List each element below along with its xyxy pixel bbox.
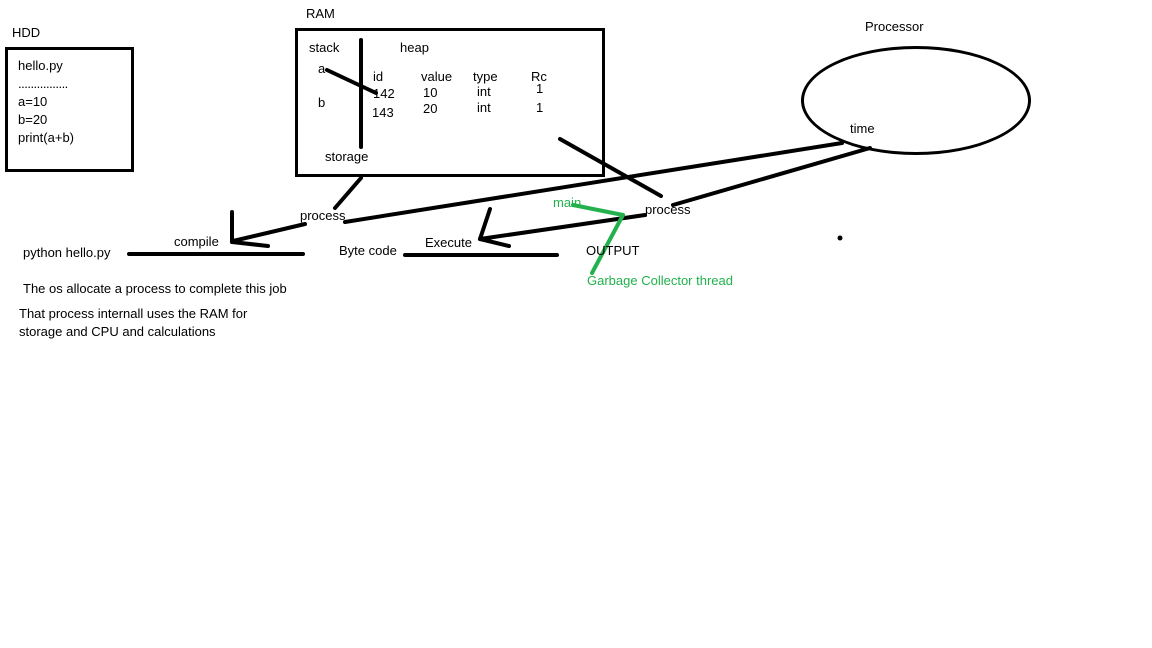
note-line-3: storage and CPU and calculations (19, 324, 216, 339)
note-line-1: The os allocate a process to complete th… (23, 281, 287, 296)
ram-to-process-line (333, 176, 363, 210)
command-label: python hello.py (23, 245, 111, 260)
heap-row1-rc: 1 (536, 81, 544, 96)
stray-dot (837, 235, 843, 241)
execute-label: Execute (425, 235, 472, 250)
hdd-line-a: a=10 (18, 94, 48, 109)
heap-row1-id: 142 (373, 86, 395, 101)
pointer-a-line (325, 68, 378, 95)
heap-header-id: id (373, 69, 384, 84)
compile-arrow-tail (230, 240, 270, 248)
hdd-file-name: hello.py (18, 58, 63, 73)
compile-arrow-shaft (231, 222, 307, 243)
heap-header-value: value (421, 69, 453, 84)
process-left-label: process (300, 208, 346, 223)
ram-var-a: a (318, 61, 326, 76)
hdd-dots: ................ (18, 76, 68, 91)
heap-row1-value: 10 (423, 85, 438, 100)
heap-row2-type: int (477, 100, 491, 115)
bytecode-label: Byte code (339, 243, 397, 258)
gc-thread-label: Garbage Collector thread (587, 273, 733, 288)
ram-stack-label: stack (309, 40, 340, 55)
ram-storage-label: storage (325, 149, 369, 164)
ram-title: RAM (306, 6, 335, 21)
processor-time-label: time (850, 121, 875, 136)
output-label: OUTPUT (586, 243, 640, 258)
ram-var-b: b (318, 95, 326, 110)
diagram-canvas: HDD hello.py ................ a=10 b=20 … (0, 0, 1152, 648)
heap-row2-rc: 1 (536, 100, 544, 115)
execute-arrow-lower (478, 237, 511, 248)
processor-title: Processor (865, 19, 924, 34)
hdd-line-b: b=20 (18, 112, 48, 127)
heap-row2-value: 20 (423, 101, 438, 116)
hdd-line-print: print(a+b) (18, 130, 74, 145)
heap-header-type: type (473, 69, 498, 84)
execute-arrow-upper (478, 207, 492, 241)
main-thread-label: main (553, 195, 582, 210)
heap-to-process-line (558, 137, 663, 198)
note-line-2: That process internall uses the RAM for (19, 306, 248, 321)
process-right-to-time-line (671, 146, 872, 207)
hdd-title: HDD (12, 25, 41, 40)
process-right-label: process (645, 202, 691, 217)
compile-label: compile (174, 234, 219, 249)
heap-row2-id: 143 (372, 105, 394, 120)
ram-heap-label: heap (400, 40, 429, 55)
heap-row1-type: int (477, 84, 491, 99)
